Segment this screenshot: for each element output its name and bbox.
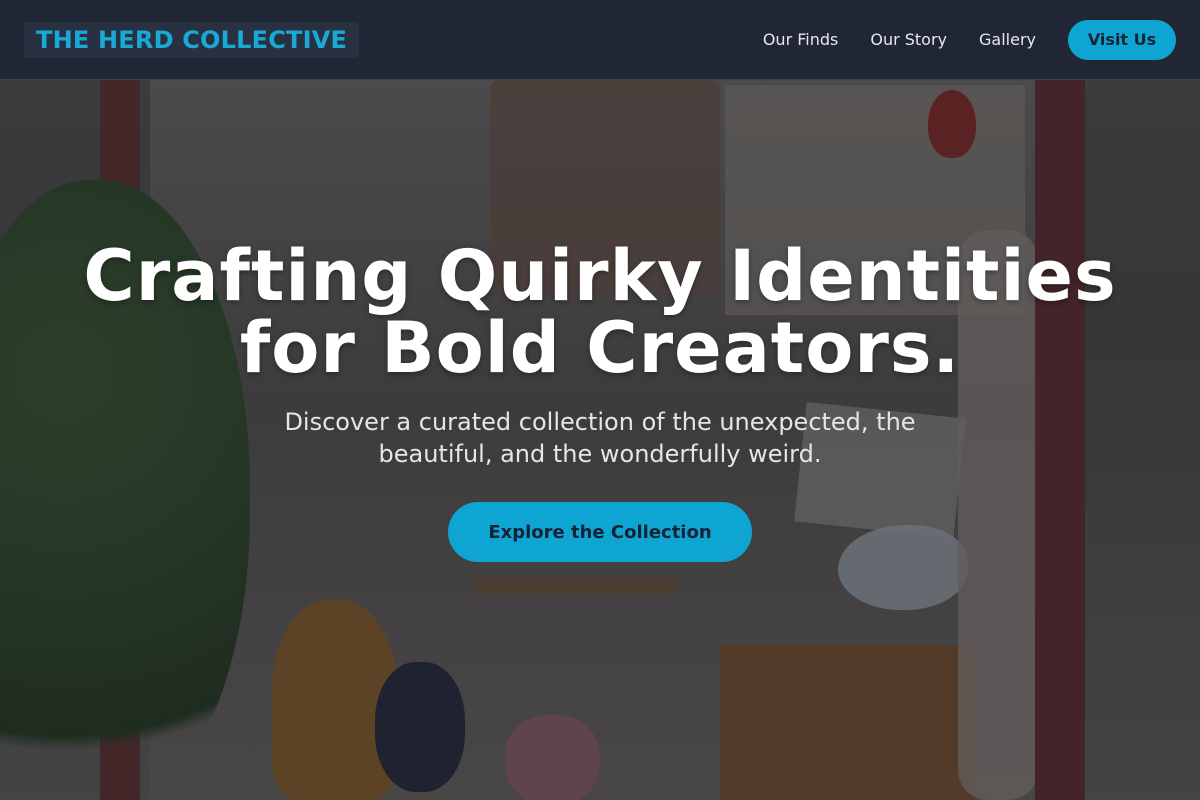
main-nav: Our Finds Our Story Gallery Visit Us	[731, 19, 1176, 60]
hero-title-line-1: Crafting Quirky Identities	[83, 235, 1117, 317]
hero-content: Crafting Quirky Identities for Bold Crea…	[0, 240, 1200, 562]
site-header: THE HERD COLLECTIVE Our Finds Our Story …	[0, 0, 1200, 80]
visit-us-button[interactable]: Visit Us	[1068, 19, 1176, 60]
hero-title-line-2: for Bold Creators.	[239, 307, 961, 389]
brand-logo[interactable]: THE HERD COLLECTIVE	[24, 21, 360, 58]
hero-title: Crafting Quirky Identities for Bold Crea…	[80, 240, 1120, 384]
hero-subtitle: Discover a curated collection of the une…	[284, 408, 916, 468]
nav-link-our-story[interactable]: Our Story	[870, 30, 947, 49]
nav-link-gallery[interactable]: Gallery	[979, 30, 1036, 49]
explore-collection-button[interactable]: Explore the Collection	[448, 502, 752, 562]
nav-link-our-finds[interactable]: Our Finds	[763, 30, 839, 49]
